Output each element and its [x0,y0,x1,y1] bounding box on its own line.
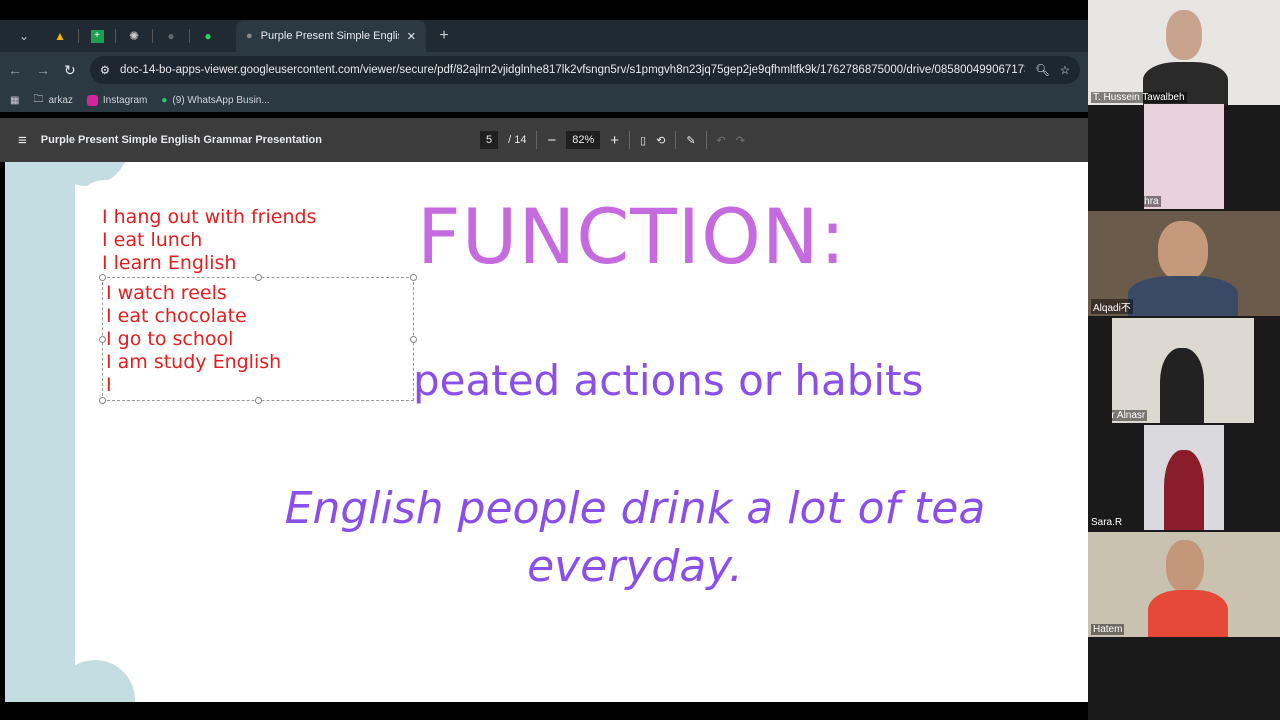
page-input[interactable]: 5 [480,131,499,149]
resize-handle[interactable] [99,397,106,404]
participant-tile[interactable] [1144,425,1224,530]
zoom-input[interactable]: 82% [566,131,601,149]
bookmark-whatsapp[interactable]: ● (9) WhatsApp Busin... [161,95,269,106]
pdf-toolbar: ≡ Purple Present Simple English Grammar … [0,118,1088,162]
editable-text-box[interactable]: I watch reels I eat chocolate I go to sc… [99,274,417,404]
new-tab-button[interactable]: + [434,26,454,46]
url-field[interactable]: ⚙ doc-14-bo-apps-viewer.googleusercontent… [89,56,1080,84]
text-line: I am study English [106,351,282,373]
text-line: I eat lunch [102,229,203,251]
document-title: Purple Present Simple English Grammar Pr… [40,134,322,146]
slide-heading: FUNCTION: [417,192,847,281]
whatsapp-icon: ● [161,94,168,106]
bookmark-label: Instagram [102,94,148,106]
resize-handle[interactable] [99,274,106,281]
zoom-out-button[interactable]: − [547,132,556,149]
annotate-icon[interactable]: ✎ [686,134,695,147]
participant-tile[interactable]: Alqadi不 [1088,211,1280,316]
rotate-icon[interactable]: ⟲ [656,134,665,147]
folder-icon: 🗀 [33,93,44,105]
zoom-in-button[interactable]: + [610,132,619,149]
bookmark-label: (9) WhatsApp Busin... [172,94,270,106]
active-tab[interactable]: ● Purple Present Simple English G ✕ [236,20,426,52]
page-total: / 14 [508,134,527,146]
tab-title: Purple Present Simple English G [260,30,399,42]
sheets-tab-icon[interactable]: + [87,26,107,46]
participant-tile[interactable]: T. Hussein Tawalbeh [1088,0,1280,105]
globe-icon: ● [246,30,253,42]
participant-name: Sara.R [1091,517,1123,528]
participant-name: Nour Alnasr [1112,410,1148,421]
globe-tab-icon[interactable]: ● [161,26,181,46]
bookmark-instagram[interactable]: Instagram [86,94,148,106]
text-line: I eat chocolate [106,305,247,327]
bookmark-label: arkaz [48,94,73,106]
back-icon[interactable]: ← [8,62,22,78]
apps-icon[interactable]: ▦ [10,95,19,106]
close-tab-icon[interactable]: ✕ [407,30,416,43]
drive-tab-icon[interactable]: ▲ [50,26,70,46]
whatsapp-tab-icon[interactable]: ● [198,26,218,46]
participant-name: Hatem [1091,624,1125,635]
decor-strip-left [5,162,75,702]
address-bar-row: ← → ↻ ⚙ doc-14-bo-apps-viewer.googleusercon… [0,52,1088,88]
text-line: I go to school [106,328,234,350]
tab-search-icon[interactable]: ⌄ [14,26,34,46]
bookmark-arkaz[interactable]: 🗀 arkaz [33,92,72,109]
chatgpt-tab-icon[interactable]: ✺ [124,26,144,46]
undo-icon[interactable]: ↶ [717,134,726,147]
resize-handle[interactable] [255,397,262,404]
participant-tile[interactable]: Nour Alnasr [1112,318,1254,423]
resize-handle[interactable] [410,336,417,343]
function-description: peated actions or habits [413,356,924,405]
tab-strip: ⌄ ▲ + ✺ ● ● ● Purple Present Simple Engli… [0,20,1088,52]
participant-tile[interactable]: Rana Zawahra [1144,104,1224,209]
zoom-icon[interactable]: 🔍︎ [1035,63,1050,77]
participant-name: Alqadi不 [1091,299,1133,314]
text-line: I hang out with friends [102,206,317,228]
participant-name: Rana Zawahra [1144,196,1161,207]
url-text: doc-14-bo-apps-viewer.googleusercontent.… [120,64,1026,76]
text-line: I watch reels [106,282,227,304]
forward-icon[interactable]: → [36,62,50,78]
text-line: I [106,374,112,396]
example-sentence: English people drink a lot of tea everyd… [284,483,986,592]
text-line: I learn English [102,252,237,274]
site-info-icon[interactable]: ⚙ [100,63,110,77]
redo-icon[interactable]: ↷ [736,134,745,147]
bookmark-star-icon[interactable]: ☆ [1060,63,1070,77]
instagram-icon [86,94,98,106]
browser-window: ⌄ ▲ + ✺ ● ● ● Purple Present Simple Engli… [0,0,1088,720]
reload-icon[interactable]: ↻ [64,62,76,79]
participant-name: T. Hussein Tawalbeh [1091,92,1187,103]
bookmarks-bar: ▦ 🗀 arkaz Instagram ● (9) WhatsApp Busin..… [0,88,1088,112]
menu-icon[interactable]: ≡ [18,132,27,149]
slide-page: I hang out with friends I eat lunch I le… [5,162,1088,702]
video-call-panel: T. Hussein Tawalbeh Rana Zawahra Alqadi不… [1088,0,1280,720]
resize-handle[interactable] [255,274,262,281]
fit-page-icon[interactable]: ▯ [640,134,646,147]
participant-tile[interactable]: Hatem [1088,532,1280,637]
resize-handle[interactable] [410,274,417,281]
resize-handle[interactable] [99,336,106,343]
